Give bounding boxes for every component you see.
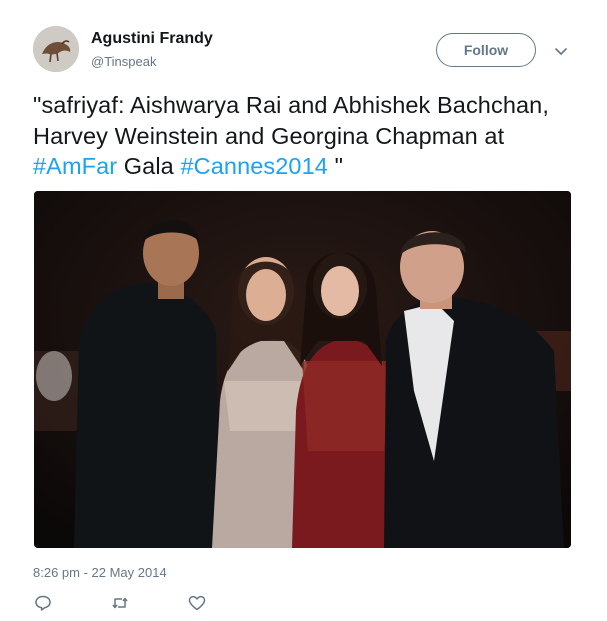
- chevron-down-icon[interactable]: [553, 43, 569, 59]
- avatar[interactable]: [33, 26, 79, 72]
- tweet-text-part: ": [327, 153, 344, 179]
- user-handle[interactable]: @Tinspeak: [91, 54, 156, 69]
- hashtag-link[interactable]: #AmFar: [33, 153, 117, 179]
- avatar-image: [33, 26, 79, 72]
- gala-photo-illustration: [34, 191, 571, 548]
- user-name[interactable]: Agustini Frandy: [91, 30, 213, 48]
- tweet-text-part: Gala: [117, 153, 181, 179]
- reply-icon[interactable]: [33, 593, 53, 613]
- follow-button[interactable]: Follow: [436, 33, 536, 67]
- like-icon[interactable]: [187, 593, 207, 613]
- hashtag-link[interactable]: #Cannes2014: [180, 153, 327, 179]
- tweet-text-part: "safriyaf: Aishwarya Rai and Abhishek Ba…: [33, 92, 549, 149]
- timestamp[interactable]: 8:26 pm - 22 May 2014: [33, 565, 167, 580]
- tweet-photo[interactable]: [34, 191, 571, 548]
- retweet-icon[interactable]: [110, 593, 130, 613]
- tweet-text: "safriyaf: Aishwarya Rai and Abhishek Ba…: [33, 90, 578, 182]
